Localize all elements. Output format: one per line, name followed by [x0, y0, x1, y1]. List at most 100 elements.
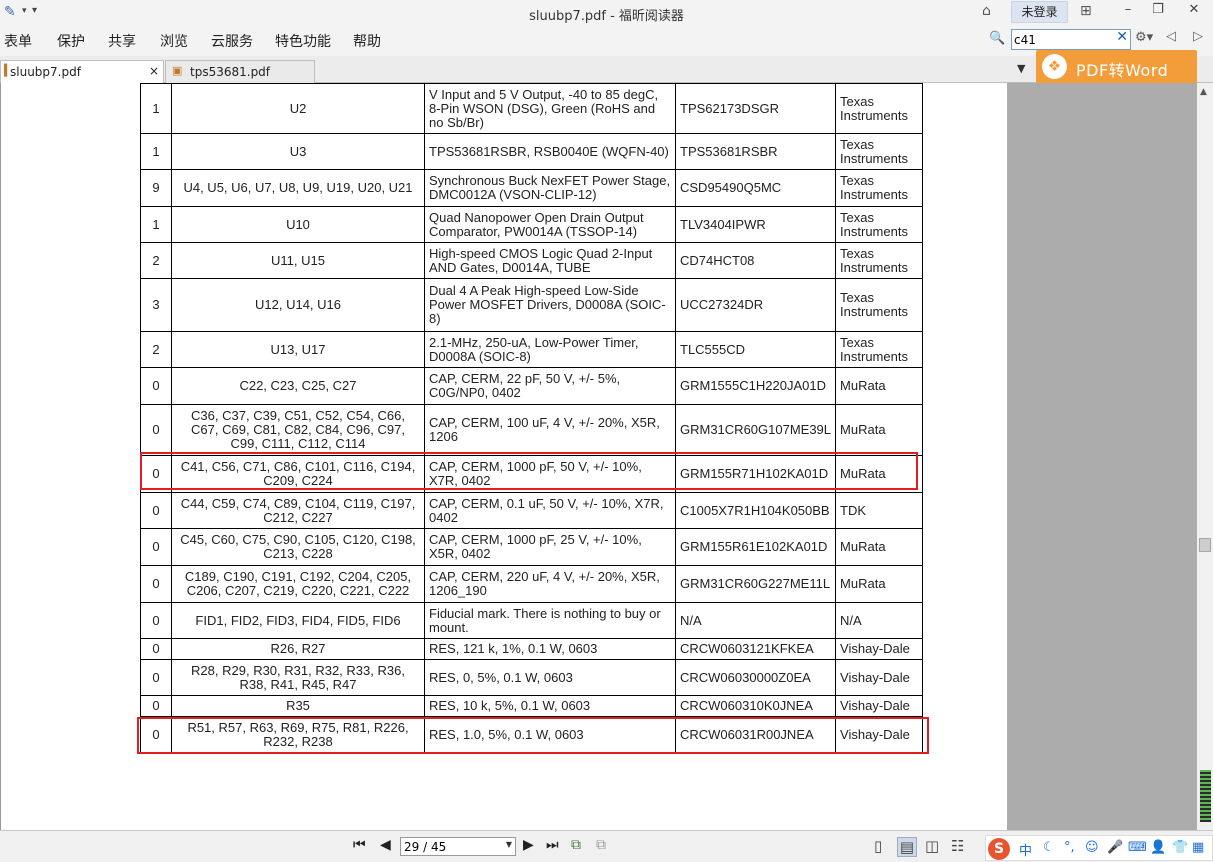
- continuous-facing-view-icon[interactable]: ☷: [951, 837, 964, 855]
- bom-manufacturer-cell: Vishay-Dale: [835, 695, 924, 717]
- side-panel: [1007, 83, 1197, 830]
- bom-qty-cell: 1: [140, 133, 172, 170]
- search-next-icon[interactable]: ▷: [1193, 29, 1203, 44]
- bom-designator-cell: R28, R29, R30, R31, R32, R33, R36, R38, …: [171, 659, 425, 696]
- table-row: 0 R28, R29, R30, R31, R32, R33, R36, R38,…: [140, 659, 924, 696]
- bom-manufacturer-cell: Texas Instruments: [835, 169, 924, 207]
- tab-list-dropdown-icon[interactable]: ▼: [1017, 62, 1025, 75]
- table-row: 1 U3 TPS53681RSBR, RSB0040E (WQFN-40) TPS53…: [140, 133, 924, 170]
- bom-designator-cell: U2: [171, 83, 425, 134]
- bom-qty-cell: 0: [140, 367, 172, 405]
- bom-description-cell: CAP, CERM, 0.1 uF, 50 V, +/- 10%, X7R, 0…: [424, 492, 676, 529]
- restore-icon[interactable]: ❐: [1147, 2, 1169, 22]
- bom-part-number-cell: GRM31CR60G227ME11L: [674, 565, 837, 603]
- table-row: 3 U12, U14, U16 Dual 4 A Peak High-speed L…: [140, 278, 924, 332]
- sogou-ime-icon[interactable]: S: [988, 838, 1010, 860]
- tab-label: sluubp7.pdf: [10, 65, 81, 79]
- search-input[interactable]: [1014, 31, 1112, 48]
- tab-close-icon[interactable]: ×: [149, 64, 159, 78]
- bom-designator-cell: C189, C190, C191, C192, C204, C205, C206…: [171, 565, 425, 603]
- bom-designator-cell: U4, U5, U6, U7, U8, U9, U19, U20, U21: [171, 169, 425, 207]
- table-row: 0 C189, C190, C191, C192, C204, C205, C20…: [140, 565, 924, 603]
- tab-sluubp7[interactable]: ▍ sluubp7.pdf ×: [0, 60, 164, 83]
- bom-description-cell: Fiducial mark. There is nothing to buy o…: [424, 602, 676, 639]
- bom-part-number-cell: C1005X7R1H104K050BB: [674, 492, 837, 529]
- last-page-icon[interactable]: ⏭: [546, 837, 559, 853]
- bom-part-number-cell: GRM1555C1H220JA01D: [674, 367, 837, 405]
- menu-help[interactable]: 帮助: [353, 31, 381, 51]
- bom-designator-cell: C22, C23, C25, C27: [171, 367, 425, 405]
- menu-form[interactable]: 表单: [4, 31, 32, 51]
- menu-cloud[interactable]: 云服务: [211, 31, 253, 51]
- search-box: ✕: [1011, 29, 1131, 50]
- menu-browse[interactable]: 浏览: [160, 31, 188, 51]
- close-icon[interactable]: ✕: [1183, 2, 1205, 22]
- next-view-icon[interactable]: ⧉: [596, 837, 606, 853]
- bom-designator-cell: C44, C59, C74, C89, C104, C119, C197, C2…: [171, 492, 425, 529]
- bom-designator-cell: U13, U17: [171, 331, 425, 368]
- bom-designator-cell: C36, C37, C39, C51, C52, C54, C66, C67, …: [171, 404, 425, 456]
- tab-tps53681[interactable]: ▣ tps53681.pdf: [165, 60, 315, 83]
- half-width-icon[interactable]: ☾: [1043, 840, 1055, 855]
- status-bar: ⏮ ◀ ▼ ▶ ⏭ ⧉ ⧉ ▯ ▤ ◫ ☷ S 中 ☾ °, ☺ 🎤 ⌨ 👤 👕…: [0, 830, 1213, 862]
- bom-description-cell: 2.1-MHz, 250-uA, Low-Power Timer, D0008A…: [424, 331, 676, 368]
- facing-view-icon[interactable]: ◫: [925, 837, 939, 855]
- search-highlight-box: [140, 452, 918, 490]
- bom-qty-cell: 0: [140, 492, 172, 529]
- pdf-to-word-label: PDF转Word: [1076, 61, 1169, 80]
- pdf-file-icon: ▣: [172, 64, 183, 77]
- ime-language-toggle[interactable]: 中: [1019, 840, 1032, 859]
- prev-page-icon[interactable]: ◀: [380, 837, 391, 853]
- bom-description-cell: Synchronous Buck NexFET Power Stage, DMC…: [424, 169, 676, 207]
- voice-icon[interactable]: 🎤: [1107, 840, 1123, 855]
- bom-designator-cell: C45, C60, C75, C90, C105, C120, C198, C2…: [171, 528, 425, 566]
- single-page-view-icon[interactable]: ▯: [874, 837, 882, 855]
- skin-shirt-icon[interactable]: 👕: [1172, 840, 1188, 855]
- emoji-icon[interactable]: ☺: [1085, 840, 1099, 855]
- bom-manufacturer-cell: Texas Instruments: [835, 278, 924, 332]
- menu-protect[interactable]: 保护: [57, 31, 85, 51]
- clear-search-icon[interactable]: ✕: [1116, 29, 1128, 45]
- keyboard-icon[interactable]: ⌨: [1128, 840, 1147, 855]
- continuous-view-icon[interactable]: ▤: [897, 837, 917, 857]
- table-row: 9 U4, U5, U6, U7, U8, U9, U19, U20, U21 Sy…: [140, 169, 924, 207]
- skin-icon[interactable]: ⌂: [982, 3, 991, 19]
- minimize-icon[interactable]: –: [1117, 2, 1139, 22]
- vertical-scrollbar[interactable]: ▲ ▼: [1197, 83, 1213, 830]
- scrollbar-thumb[interactable]: [1199, 538, 1211, 552]
- search-prev-icon[interactable]: ◁: [1166, 29, 1176, 44]
- prev-view-icon[interactable]: ⧉: [571, 837, 581, 853]
- tab-label: tps53681.pdf: [190, 65, 271, 79]
- ime-toolbar: S 中 ☾ °, ☺ 🎤 ⌨ 👤 👕 ▦: [985, 835, 1213, 861]
- punctuation-icon[interactable]: °,: [1064, 840, 1075, 855]
- bom-part-number-cell: UCC27324DR: [674, 278, 837, 332]
- layout-grid-icon[interactable]: ⊞: [1080, 3, 1092, 19]
- toolbox-icon[interactable]: ▦: [1192, 840, 1204, 855]
- page-number-input[interactable]: [404, 839, 500, 854]
- bom-description-cell: RES, 0, 5%, 0.1 W, 0603: [424, 659, 676, 696]
- bom-manufacturer-cell: Texas Instruments: [835, 83, 924, 134]
- menu-features[interactable]: 特色功能: [275, 31, 331, 51]
- bom-qty-cell: 0: [140, 528, 172, 566]
- user-icon[interactable]: 👤: [1150, 840, 1166, 855]
- bom-designator-cell: U12, U14, U16: [171, 278, 425, 332]
- next-page-icon[interactable]: ▶: [523, 837, 534, 853]
- bom-manufacturer-cell: TDK: [835, 492, 924, 529]
- bom-qty-cell: 2: [140, 242, 172, 279]
- first-page-icon[interactable]: ⏮: [353, 837, 366, 853]
- pdf-to-word-icon: ❖: [1042, 54, 1067, 79]
- search-options-icon[interactable]: ⚙▾: [1135, 30, 1153, 45]
- login-button[interactable]: 未登录: [1011, 1, 1068, 23]
- bom-qty-cell: 0: [140, 659, 172, 696]
- bom-qty-cell: 3: [140, 278, 172, 332]
- bom-description-cell: High-speed CMOS Logic Quad 2-Input AND G…: [424, 242, 676, 279]
- scroll-up-icon[interactable]: ▲: [1200, 87, 1207, 97]
- table-row: 2 U11, U15 High-speed CMOS Logic Quad 2-In…: [140, 242, 924, 279]
- pdf-to-word-button[interactable]: ❖ PDF转Word: [1036, 50, 1197, 83]
- menu-share[interactable]: 共享: [108, 31, 136, 51]
- bom-designator-cell: U11, U15: [171, 242, 425, 279]
- search-scope-icon[interactable]: 🔍: [989, 31, 1005, 46]
- menu-bar: 表单 保护 共享 浏览 云服务 特色功能 帮助 🔍 ✕ ⚙▾ ◁ ▷: [0, 26, 1213, 56]
- page-dropdown-icon[interactable]: ▼: [506, 840, 512, 849]
- tab-bar: ▍ sluubp7.pdf × ▣ tps53681.pdf ▼: [0, 56, 1213, 83]
